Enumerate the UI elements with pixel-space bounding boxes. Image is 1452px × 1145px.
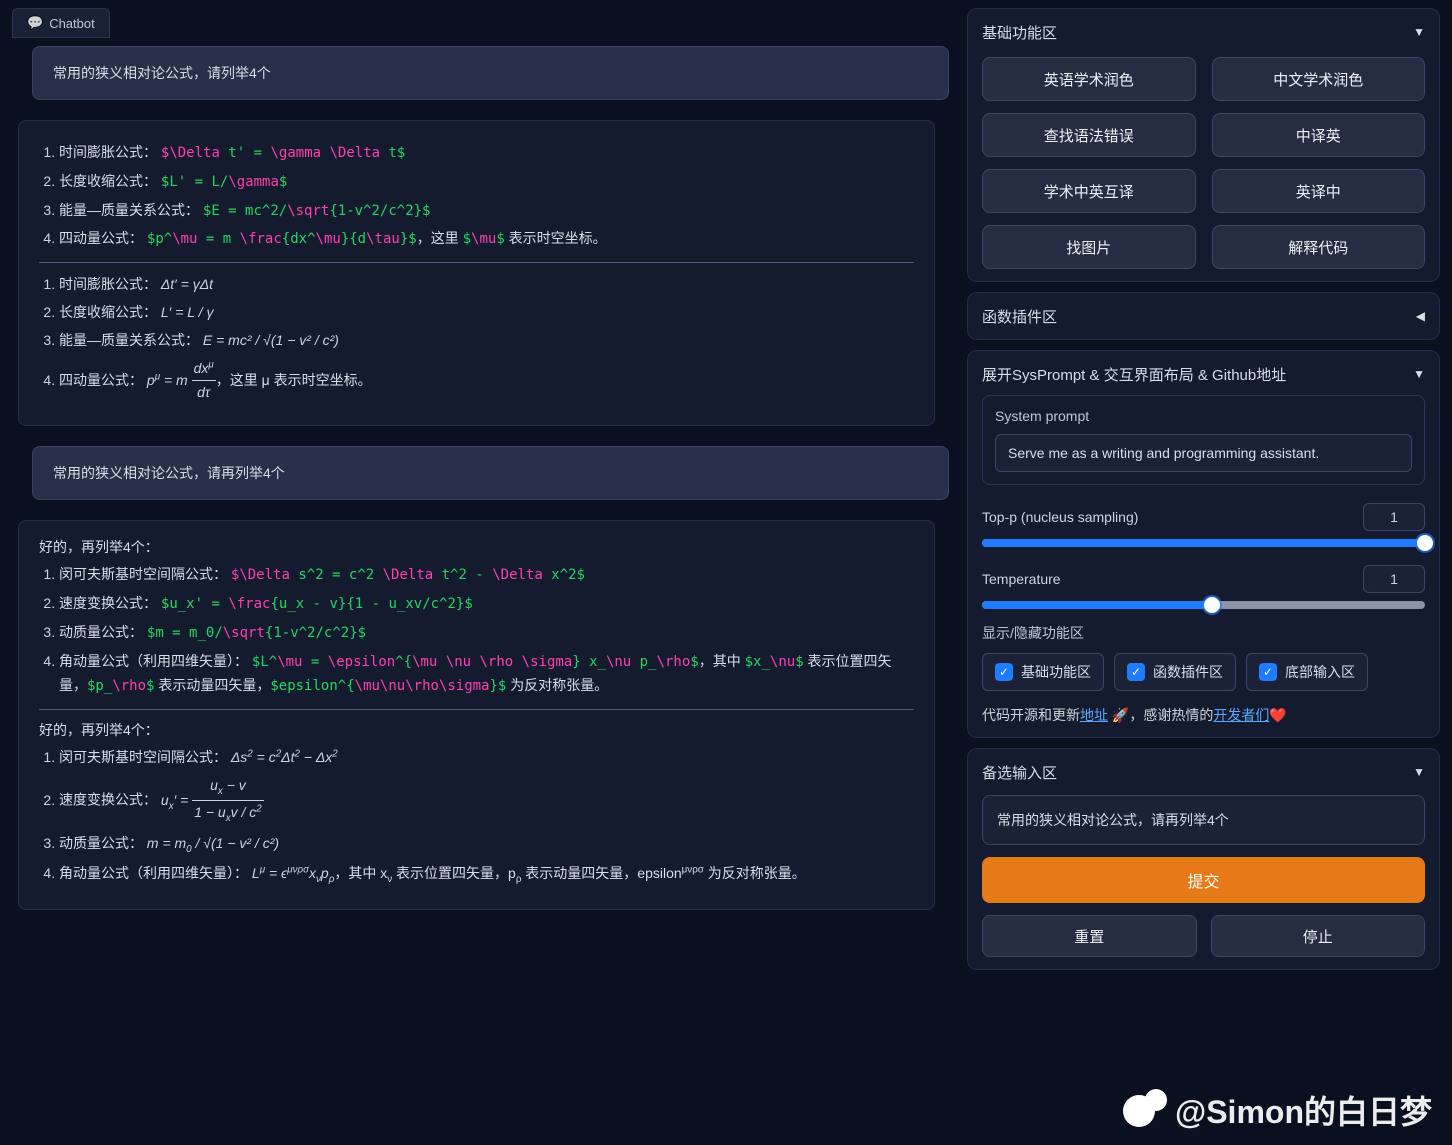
slider-label: Top-p (nucleus sampling) bbox=[982, 509, 1138, 525]
btn-find-image[interactable]: 找图片 bbox=[982, 225, 1196, 269]
slider-label: Temperature bbox=[982, 571, 1061, 587]
slider-value[interactable]: 1 bbox=[1363, 565, 1425, 593]
system-prompt-input[interactable]: Serve me as a writing and programming as… bbox=[995, 434, 1412, 472]
answer-rendered-item: 长度收缩公式： L′ = L / γ bbox=[59, 301, 914, 325]
panel-title: 备选输入区 bbox=[982, 762, 1057, 783]
answer-preline: 好的，再列举4个： bbox=[39, 537, 914, 557]
btn-cn-to-en[interactable]: 中译英 bbox=[1212, 113, 1426, 157]
answer-rendered-list: 时间膨胀公式： Δt′ = γΔt 长度收缩公式： L′ = L / γ 能量—… bbox=[59, 273, 914, 405]
divider bbox=[39, 709, 914, 710]
show-hide-section: 显示/隐藏功能区 ✓ 基础功能区 ✓ 函数插件区 ✓ 底部输入区 bbox=[982, 623, 1425, 691]
tab-label: Chatbot bbox=[49, 16, 95, 31]
answer-raw-item: 长度收缩公式： $L' = L/\gamma$ bbox=[59, 170, 914, 195]
system-prompt-label: System prompt bbox=[995, 408, 1412, 424]
submit-button[interactable]: 提交 bbox=[982, 857, 1425, 903]
panel-title: 基础功能区 bbox=[982, 22, 1057, 43]
divider bbox=[39, 262, 914, 263]
slider-temperature[interactable]: Temperature 1 bbox=[982, 565, 1425, 609]
panel-sysprompt: 展开SysPrompt & 交互界面布局 & Github地址 ▼ System… bbox=[967, 350, 1440, 738]
alt-input-textarea[interactable]: 常用的狭义相对论公式，请再列举4个 bbox=[982, 795, 1425, 845]
chevron-down-icon[interactable]: ▼ bbox=[1413, 25, 1425, 39]
answer-rendered-item: 速度变换公式： ux′ = ux − v1 − uxv / c2 bbox=[59, 774, 914, 828]
user-message: 常用的狭义相对论公式，请列举4个 bbox=[32, 46, 949, 100]
answer-raw-item: 动质量公式： $m = m_0/\sqrt{1-v^2/c^2}$ bbox=[59, 621, 914, 646]
slider-fill bbox=[982, 539, 1425, 547]
panel-function-plugins: 函数插件区 ◀ bbox=[967, 292, 1440, 340]
btn-en-to-cn[interactable]: 英译中 bbox=[1212, 169, 1426, 213]
slider-value[interactable]: 1 bbox=[1363, 503, 1425, 531]
panel-basic-functions: 基础功能区 ▼ 英语学术润色 中文学术润色 查找语法错误 中译英 学术中英互译 … bbox=[967, 8, 1440, 282]
answer-rendered-item: 时间膨胀公式： Δt′ = γΔt bbox=[59, 273, 914, 297]
answer-raw-item: 时间膨胀公式： $\Delta t' = \gamma \Delta t$ bbox=[59, 141, 914, 166]
show-hide-label: 显示/隐藏功能区 bbox=[982, 623, 1425, 643]
answer-rendered-item: 四动量公式： pμ = m dxμdτ，这里 μ 表示时空坐标。 bbox=[59, 357, 914, 406]
slider-fill bbox=[982, 601, 1212, 609]
chevron-down-icon[interactable]: ▼ bbox=[1413, 765, 1425, 779]
checkbox-icon: ✓ bbox=[1259, 663, 1277, 681]
slider-thumb[interactable] bbox=[1417, 535, 1433, 551]
answer-preline: 好的，再列举4个： bbox=[39, 720, 914, 740]
reset-button[interactable]: 重置 bbox=[982, 915, 1197, 957]
answer-rendered-list: 闵可夫斯基时空间隔公式： Δs2 = c2Δt2 − Δx2 速度变换公式： u… bbox=[59, 746, 914, 889]
answer-raw-item: 能量—质量关系公式： $E = mc^2/\sqrt{1-v^2/c^2}$ bbox=[59, 199, 914, 224]
btn-explain-code[interactable]: 解释代码 bbox=[1212, 225, 1426, 269]
panel-footer-text: 代码开源和更新地址 🚀，感谢热情的开发者们❤️ bbox=[982, 705, 1425, 725]
link-repo[interactable]: 地址 bbox=[1080, 707, 1108, 723]
rocket-icon: 🚀 bbox=[1112, 707, 1129, 723]
check-bottom-input-area[interactable]: ✓ 底部输入区 bbox=[1246, 653, 1368, 691]
btn-polish-cn[interactable]: 中文学术润色 bbox=[1212, 57, 1426, 101]
heart-icon: ❤️ bbox=[1269, 707, 1286, 723]
answer-rendered-item: 角动量公式（利用四维矢量）： Lμ = ϵμνρσxνpρ，其中 xν 表示位置… bbox=[59, 862, 914, 888]
chat-icon: 💬 bbox=[27, 15, 43, 31]
user-message: 常用的狭义相对论公式，请再列举4个 bbox=[32, 446, 949, 500]
slider-top-p[interactable]: Top-p (nucleus sampling) 1 bbox=[982, 503, 1425, 547]
assistant-message: 好的，再列举4个： 闵可夫斯基时空间隔公式： $\Delta s^2 = c^2… bbox=[18, 520, 935, 910]
check-basic-area[interactable]: ✓ 基础功能区 bbox=[982, 653, 1104, 691]
chevron-down-icon[interactable]: ▼ bbox=[1413, 367, 1425, 381]
panel-title: 函数插件区 bbox=[982, 306, 1057, 327]
tab-chatbot[interactable]: 💬 Chatbot bbox=[12, 8, 110, 38]
btn-grammar[interactable]: 查找语法错误 bbox=[982, 113, 1196, 157]
user-message-text: 常用的狭义相对论公式，请列举4个 bbox=[53, 65, 271, 81]
chat-scroll[interactable]: 常用的狭义相对论公式，请列举4个 时间膨胀公式： $\Delta t' = \g… bbox=[12, 38, 955, 1137]
btn-academic-translate[interactable]: 学术中英互译 bbox=[982, 169, 1196, 213]
link-contributors[interactable]: 开发者们 bbox=[1213, 707, 1269, 723]
panel-alt-input: 备选输入区 ▼ 常用的狭义相对论公式，请再列举4个 提交 重置 停止 bbox=[967, 748, 1440, 970]
system-prompt-block: System prompt Serve me as a writing and … bbox=[982, 395, 1425, 485]
answer-rendered-item: 闵可夫斯基时空间隔公式： Δs2 = c2Δt2 − Δx2 bbox=[59, 746, 914, 770]
answer-raw-list: 闵可夫斯基时空间隔公式： $\Delta s^2 = c^2 \Delta t^… bbox=[59, 563, 914, 699]
slider-thumb[interactable] bbox=[1204, 597, 1220, 613]
panel-title: 展开SysPrompt & 交互界面布局 & Github地址 bbox=[982, 364, 1286, 385]
checkbox-icon: ✓ bbox=[1127, 663, 1145, 681]
btn-polish-en[interactable]: 英语学术润色 bbox=[982, 57, 1196, 101]
stop-button[interactable]: 停止 bbox=[1211, 915, 1426, 957]
assistant-message: 时间膨胀公式： $\Delta t' = \gamma \Delta t$ 长度… bbox=[18, 120, 935, 426]
chevron-left-icon[interactable]: ◀ bbox=[1416, 309, 1425, 323]
check-fn-plugin-area[interactable]: ✓ 函数插件区 bbox=[1114, 653, 1236, 691]
answer-raw-item: 四动量公式： $p^\mu = m \frac{dx^\mu}{d\tau}$，… bbox=[59, 227, 914, 252]
answer-raw-item: 速度变换公式： $u_x' = \frac{u_x - v}{1 - u_xv/… bbox=[59, 592, 914, 617]
answer-rendered-item: 动质量公式： m = m0 / √(1 − v² / c²) bbox=[59, 832, 914, 858]
answer-rendered-item: 能量—质量关系公式： E = mc² / √(1 − v² / c²) bbox=[59, 329, 914, 353]
answer-raw-item: 闵可夫斯基时空间隔公式： $\Delta s^2 = c^2 \Delta t^… bbox=[59, 563, 914, 588]
answer-raw-list: 时间膨胀公式： $\Delta t' = \gamma \Delta t$ 长度… bbox=[59, 141, 914, 252]
answer-raw-item: 角动量公式（利用四维矢量）： $L^\mu = \epsilon^{\mu \n… bbox=[59, 650, 914, 700]
slider-track[interactable] bbox=[982, 601, 1425, 609]
user-message-text: 常用的狭义相对论公式，请再列举4个 bbox=[53, 465, 285, 481]
slider-track[interactable] bbox=[982, 539, 1425, 547]
checkbox-icon: ✓ bbox=[995, 663, 1013, 681]
